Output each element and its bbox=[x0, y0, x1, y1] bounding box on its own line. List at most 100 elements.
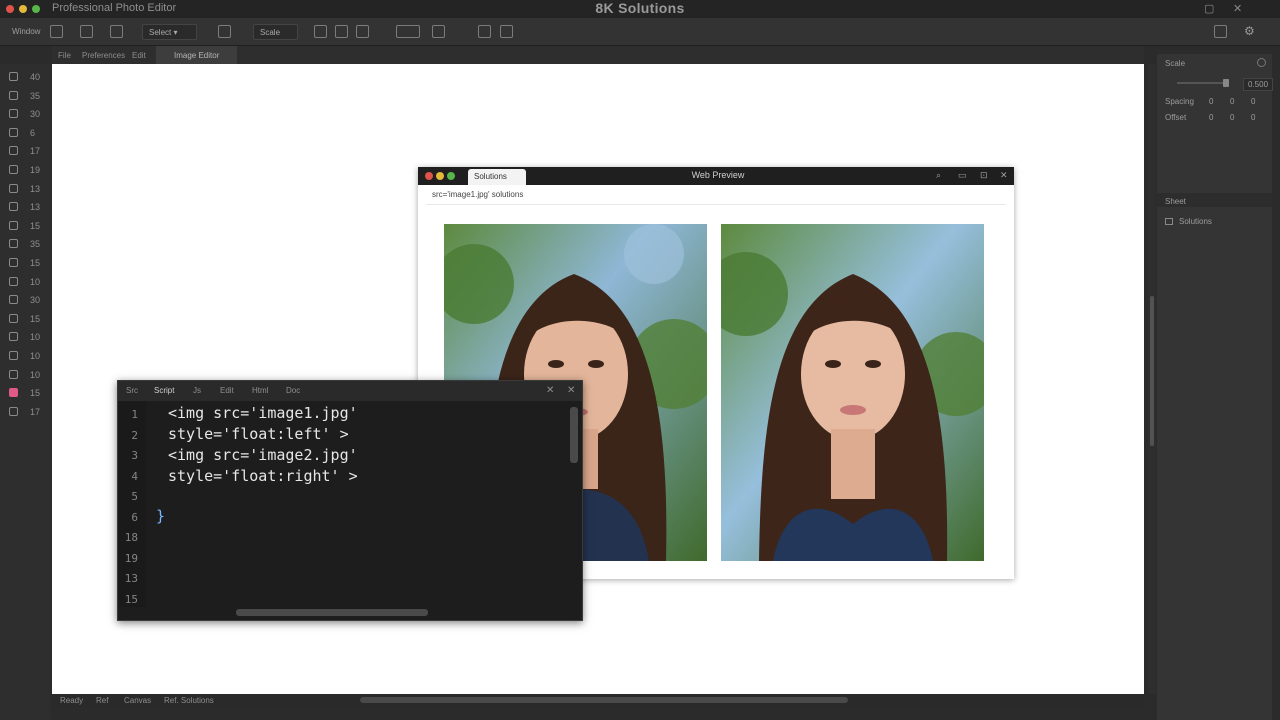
tool-smudge[interactable]: 15 bbox=[0, 384, 50, 402]
restore-window-button[interactable]: ▢ bbox=[1204, 2, 1214, 15]
tool-blur[interactable]: 10 bbox=[0, 366, 50, 384]
tool-shape[interactable]: 35 bbox=[0, 235, 50, 253]
browser-tab-icon[interactable]: ▭ bbox=[958, 170, 967, 181]
grid-icon[interactable] bbox=[314, 25, 327, 38]
tool-size-value: 35 bbox=[30, 90, 41, 101]
lasso-icon bbox=[9, 90, 18, 100]
browser-fullscreen-icon[interactable]: ⊡ bbox=[980, 170, 988, 181]
editor-tab-edit[interactable]: Edit bbox=[220, 386, 234, 395]
title-bar: Professional Photo Editor 8K Solutions ▢… bbox=[0, 0, 1280, 18]
window-icon[interactable] bbox=[1214, 25, 1227, 38]
tool-move[interactable]: 40 bbox=[0, 68, 50, 86]
tool-stamp[interactable]: 13 bbox=[0, 180, 50, 198]
code-line[interactable]: style='float:right' > bbox=[168, 467, 358, 485]
editor-tab-html[interactable]: Html bbox=[252, 386, 268, 395]
tool-size-value: 10 bbox=[30, 351, 41, 361]
browser-minimize-dot-icon[interactable] bbox=[436, 172, 444, 180]
editor-tab-src[interactable]: Src bbox=[126, 386, 138, 395]
maximize-dot-icon[interactable] bbox=[32, 5, 40, 13]
browser-maximize-dot-icon[interactable] bbox=[447, 172, 455, 180]
eraser-icon bbox=[9, 202, 18, 212]
lock-icon[interactable] bbox=[335, 25, 348, 38]
sheet-section-title: Sheet bbox=[1165, 197, 1186, 206]
browser-close-icon[interactable]: ✕ bbox=[1000, 170, 1008, 181]
select-dropdown[interactable]: Select ▾ bbox=[142, 24, 197, 40]
spacing-value-3[interactable]: 0 bbox=[1251, 97, 1255, 106]
offset-value-2[interactable]: 0 bbox=[1230, 113, 1234, 122]
text-icon bbox=[9, 258, 18, 267]
tool-type[interactable]: 15 bbox=[0, 310, 50, 328]
editor-tab-doc[interactable]: Doc bbox=[286, 386, 300, 395]
horizontal-scrollbar[interactable] bbox=[236, 609, 428, 616]
pen-icon bbox=[9, 165, 18, 174]
gear-icon[interactable]: ⚙ bbox=[1244, 24, 1255, 38]
vertical-scrollbar[interactable] bbox=[570, 407, 578, 463]
browser-tab[interactable]: Solutions bbox=[468, 169, 526, 185]
hand-icon bbox=[9, 276, 18, 286]
transform-icon[interactable] bbox=[478, 25, 491, 38]
offset-value-3[interactable]: 0 bbox=[1251, 113, 1255, 122]
line-number: 18 bbox=[124, 531, 138, 544]
close-window-button[interactable]: ✕ bbox=[1233, 2, 1242, 15]
editor-tab-js[interactable]: Js bbox=[193, 386, 201, 395]
scale-dropdown[interactable]: Scale bbox=[253, 24, 298, 40]
line-number: 4 bbox=[131, 469, 138, 483]
code-line[interactable]: style='float:left' > bbox=[168, 425, 349, 443]
crop-tool-icon[interactable] bbox=[218, 25, 231, 38]
tool-text[interactable]: 15 bbox=[0, 254, 50, 272]
tool-size-value: 10 bbox=[30, 369, 41, 380]
layer-icon[interactable] bbox=[110, 25, 123, 38]
tool-select[interactable]: 10 bbox=[0, 328, 50, 346]
window-menu[interactable]: Window bbox=[12, 27, 40, 36]
item-icon bbox=[1165, 218, 1173, 225]
code-line[interactable]: <img src='image2.jpg' bbox=[168, 446, 358, 464]
tab-preferences[interactable]: Preferences bbox=[78, 46, 129, 64]
tab-file[interactable]: File bbox=[54, 46, 75, 64]
line-number: 6 bbox=[131, 510, 138, 524]
link-icon[interactable] bbox=[356, 25, 369, 38]
scale-slider-track[interactable] bbox=[1177, 82, 1223, 84]
spacing-value-2[interactable]: 0 bbox=[1230, 97, 1234, 106]
close-dot-icon[interactable] bbox=[6, 5, 14, 13]
code-editor-window[interactable]: Src Script Js Edit Html Doc ✕ ✕ } 1 2 3 4 5 6… bbox=[117, 380, 583, 621]
tool-brush[interactable]: 30 bbox=[0, 105, 50, 123]
tool-bucket[interactable]: 15 bbox=[0, 217, 50, 235]
settings-icon[interactable] bbox=[1257, 58, 1266, 67]
browser-title: Web Preview bbox=[691, 170, 745, 180]
copy-icon[interactable] bbox=[80, 25, 93, 38]
move-icon bbox=[9, 72, 18, 81]
editor-minimize-icon[interactable]: ✕ bbox=[546, 385, 554, 396]
tool-eyedropper[interactable]: 17 bbox=[0, 142, 50, 160]
canvas-scroll-thumb[interactable] bbox=[1150, 296, 1154, 446]
rotate-icon[interactable] bbox=[500, 25, 513, 38]
tool-hand[interactable]: 10 bbox=[0, 273, 50, 291]
horizontal-canvas-scrollbar[interactable] bbox=[360, 697, 848, 703]
code-line[interactable]: <img src='image1.jpg' bbox=[168, 404, 358, 422]
tool-zoom[interactable]: 30 bbox=[0, 291, 50, 309]
editor-close-icon[interactable]: ✕ bbox=[567, 385, 575, 396]
status-ready: Ready bbox=[60, 696, 84, 705]
sheet-item-label[interactable]: Solutions bbox=[1179, 217, 1212, 226]
status-ref: Ref bbox=[96, 696, 109, 705]
tool-crop[interactable]: 6 bbox=[0, 124, 50, 142]
align-icon[interactable] bbox=[396, 25, 420, 38]
tool-dodge[interactable]: 17 bbox=[0, 403, 50, 421]
tool-lasso[interactable]: 35 bbox=[0, 87, 50, 105]
minimize-dot-icon[interactable] bbox=[19, 5, 27, 13]
tool-pen[interactable]: 19 bbox=[0, 161, 50, 179]
tool-path[interactable]: 10 bbox=[0, 347, 50, 365]
tab-image-editor[interactable]: Image Editor bbox=[156, 46, 238, 64]
browser-search-icon[interactable]: ⌕ bbox=[936, 170, 941, 181]
tool-eraser[interactable]: 13 bbox=[0, 198, 50, 216]
browser-close-dot-icon[interactable] bbox=[425, 172, 433, 180]
tab-edit[interactable]: Edit bbox=[128, 46, 150, 64]
tool-size-value: 15 bbox=[30, 388, 41, 399]
list-icon[interactable] bbox=[50, 25, 63, 38]
scale-slider-handle[interactable] bbox=[1223, 79, 1229, 87]
eyedropper-icon bbox=[9, 146, 18, 156]
scale-value-input[interactable]: 0.500 bbox=[1243, 78, 1274, 91]
offset-value[interactable]: 0 bbox=[1209, 113, 1213, 122]
editor-tab-script[interactable]: Script bbox=[154, 386, 174, 395]
distribute-icon[interactable] bbox=[432, 25, 445, 38]
spacing-value[interactable]: 0 bbox=[1209, 97, 1213, 106]
